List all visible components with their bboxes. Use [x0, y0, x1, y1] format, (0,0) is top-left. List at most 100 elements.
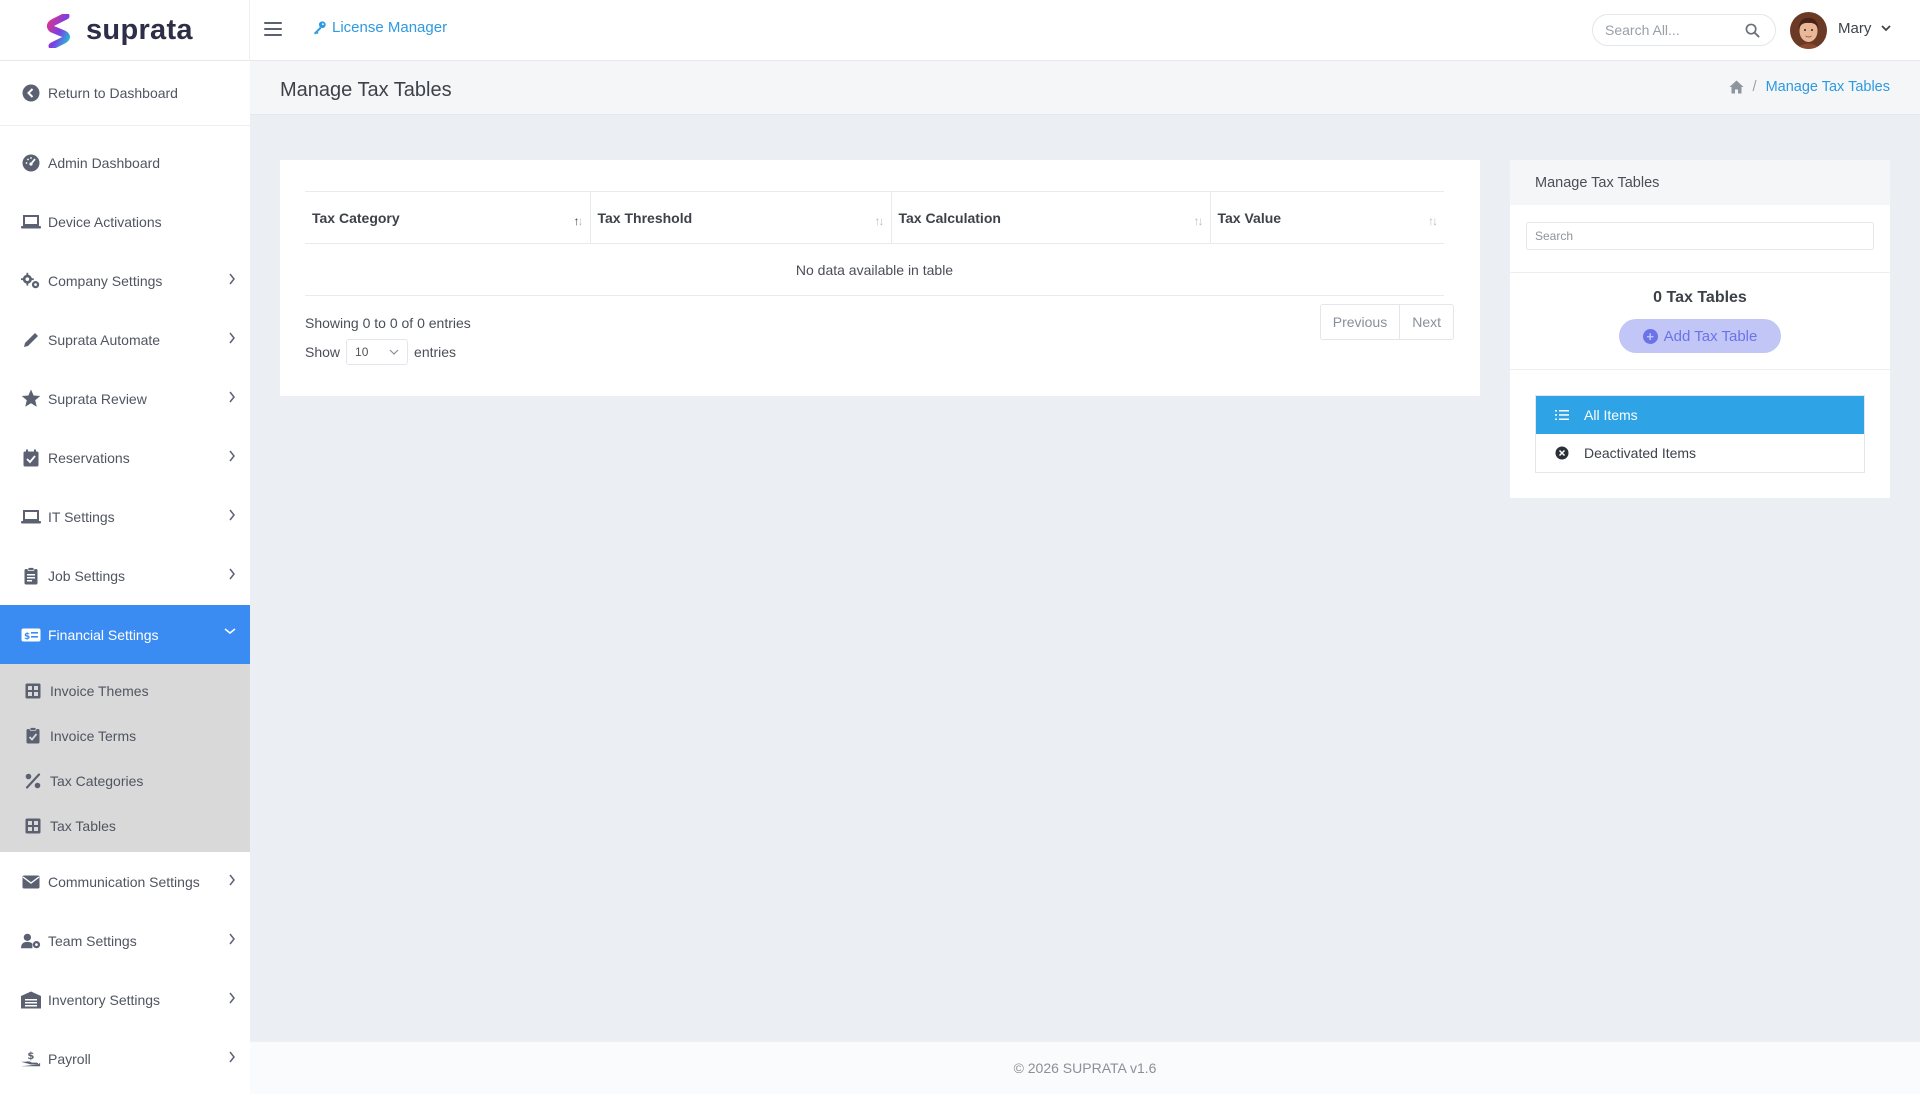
- add-tax-table-button[interactable]: + Add Tax Table: [1619, 319, 1781, 353]
- column-header-tax-threshold[interactable]: Tax Threshold ↑↓: [590, 191, 892, 244]
- column-header-label: Tax Calculation: [898, 209, 1001, 226]
- sidebar-item-team-settings[interactable]: Team Settings: [0, 911, 250, 970]
- sidebar-item-label: Reservations: [48, 449, 130, 466]
- page-title: Manage Tax Tables: [280, 79, 452, 101]
- percent-icon: [24, 772, 42, 790]
- column-header-tax-category[interactable]: Tax Category ↑↓: [305, 191, 591, 244]
- menu-toggle-icon[interactable]: [264, 20, 282, 38]
- chevron-right-icon: [229, 450, 235, 462]
- global-search-input[interactable]: [1605, 22, 1745, 38]
- chevron-right-icon: [229, 391, 235, 403]
- chevron-down-icon: [389, 349, 399, 355]
- page-title-bar: Manage Tax Tables / Manage Tax Tables: [250, 61, 1920, 115]
- manage-tax-tables-panel: Manage Tax Tables 0 Tax Tables + Add Tax…: [1510, 160, 1890, 498]
- money-card-icon: $: [21, 625, 41, 645]
- sidebar-subitem-tax-tables[interactable]: Tax Tables: [0, 803, 250, 848]
- chevron-right-icon: [229, 509, 235, 521]
- divider: [1510, 369, 1890, 370]
- filter-label: Deactivated Items: [1584, 445, 1697, 461]
- star-icon: [21, 389, 41, 409]
- breadcrumb-current[interactable]: Manage Tax Tables: [1766, 79, 1890, 95]
- sidebar-subitem-tax-categories[interactable]: Tax Categories: [0, 758, 250, 803]
- sidebar: Return to Dashboard Admin Dashboard Devi…: [0, 61, 250, 1094]
- avatar[interactable]: [1790, 12, 1827, 49]
- sidebar-item-communication-settings[interactable]: Communication Settings: [0, 852, 250, 911]
- sidebar-item-label: Suprata Automate: [48, 331, 161, 348]
- chevron-right-icon: [229, 332, 235, 344]
- laptop-icon: [21, 507, 41, 527]
- add-tax-table-label: Add Tax Table: [1663, 327, 1758, 345]
- filter-all-items[interactable]: All Items: [1536, 396, 1864, 434]
- page-size-select[interactable]: 10: [346, 339, 409, 365]
- arrow-circle-left-icon: [21, 83, 41, 103]
- chevron-right-icon: [229, 874, 235, 886]
- tax-tables-card: Tax Category ↑↓ Tax Threshold ↑↓ Tax Cal…: [280, 160, 1480, 396]
- chevron-right-icon: [229, 568, 235, 580]
- home-icon[interactable]: [1729, 80, 1744, 94]
- sidebar-item-reservations[interactable]: Reservations: [0, 428, 250, 487]
- sidebar-item-it-settings[interactable]: IT Settings: [0, 487, 250, 546]
- sidebar-item-job-settings[interactable]: Job Settings: [0, 546, 250, 605]
- key-icon: [313, 21, 326, 35]
- svg-text:$: $: [24, 632, 30, 642]
- envelope-icon: [21, 872, 41, 892]
- calendar-check-icon: [21, 448, 41, 468]
- panel-title: Manage Tax Tables: [1510, 160, 1890, 205]
- sidebar-item-inventory-settings[interactable]: Inventory Settings: [0, 970, 250, 1029]
- sidebar-item-admin-dashboard[interactable]: Admin Dashboard: [0, 133, 250, 192]
- pencil-icon: [21, 330, 41, 350]
- brand-name: suprata: [86, 14, 193, 46]
- footer: © 2026 SUPRATA v1.6: [250, 1041, 1920, 1094]
- sidebar-subitem-invoice-terms[interactable]: Invoice Terms: [0, 713, 250, 758]
- column-header-tax-calculation[interactable]: Tax Calculation ↑↓: [891, 191, 1211, 244]
- panel-search-input[interactable]: [1535, 229, 1865, 243]
- table-grid-icon: [24, 682, 42, 700]
- sidebar-item-label: Admin Dashboard: [48, 154, 161, 171]
- sidebar-item-device-activations[interactable]: Device Activations: [0, 192, 250, 251]
- column-header-tax-value[interactable]: Tax Value ↑↓: [1210, 191, 1444, 244]
- previous-page-button[interactable]: Previous: [1321, 305, 1401, 339]
- chevron-down-icon: [224, 628, 236, 634]
- sidebar-item-payroll[interactable]: $ Payroll: [0, 1029, 250, 1088]
- user-name[interactable]: Mary: [1838, 20, 1871, 37]
- sidebar-item-label: Team Settings: [48, 932, 137, 949]
- search-icon[interactable]: [1745, 23, 1760, 38]
- table-grid-icon: [24, 817, 42, 835]
- clipboard-check-icon: [24, 727, 42, 745]
- sidebar-subitem-label: Invoice Themes: [50, 682, 149, 699]
- warehouse-icon: [21, 990, 41, 1010]
- hand-dollar-icon: $: [21, 1049, 41, 1069]
- sidebar-subitem-invoice-themes[interactable]: Invoice Themes: [0, 668, 250, 713]
- empty-table-message: No data available in table: [305, 243, 1444, 296]
- sidebar-item-financial-settings[interactable]: $ Financial Settings: [0, 605, 250, 664]
- sort-icon: ↑↓: [1193, 214, 1204, 228]
- sidebar-subitem-label: Invoice Terms: [50, 727, 137, 744]
- gears-icon: [21, 271, 41, 291]
- table-row: No data available in table: [305, 243, 1444, 296]
- top-header: suprata License Manager Mary: [0, 0, 1920, 61]
- next-page-button[interactable]: Next: [1400, 305, 1453, 339]
- sidebar-item-suprata-review[interactable]: Suprata Review: [0, 369, 250, 428]
- circle-x-icon: [1554, 445, 1570, 461]
- sort-icon: ↑↓: [1428, 214, 1438, 228]
- chevron-right-icon: [229, 933, 235, 945]
- chevron-right-icon: [229, 273, 235, 285]
- tax-tables-count: 0 Tax Tables: [1653, 289, 1747, 306]
- brand[interactable]: suprata: [0, 0, 250, 61]
- column-header-label: Tax Threshold: [597, 209, 693, 226]
- sidebar-item-label: Company Settings: [48, 272, 163, 289]
- table-info: Showing 0 to 0 of 0 entries: [305, 315, 471, 331]
- sidebar-item-suprata-automate[interactable]: Suprata Automate: [0, 310, 250, 369]
- global-search[interactable]: [1592, 14, 1776, 46]
- user-gear-icon: [21, 931, 41, 951]
- entries-label: entries: [414, 344, 457, 360]
- list-icon: [1554, 407, 1570, 423]
- sidebar-item-company-settings[interactable]: Company Settings: [0, 251, 250, 310]
- panel-search[interactable]: [1526, 222, 1874, 250]
- license-manager-link[interactable]: License Manager: [312, 19, 447, 36]
- return-to-dashboard-link[interactable]: Return to Dashboard: [0, 61, 250, 126]
- filter-deactivated-items[interactable]: Deactivated Items: [1536, 434, 1864, 472]
- sort-icon: ↑↓: [874, 214, 885, 228]
- filter-list: All Items Deactivated Items: [1535, 395, 1865, 473]
- chevron-down-icon[interactable]: [1880, 22, 1892, 34]
